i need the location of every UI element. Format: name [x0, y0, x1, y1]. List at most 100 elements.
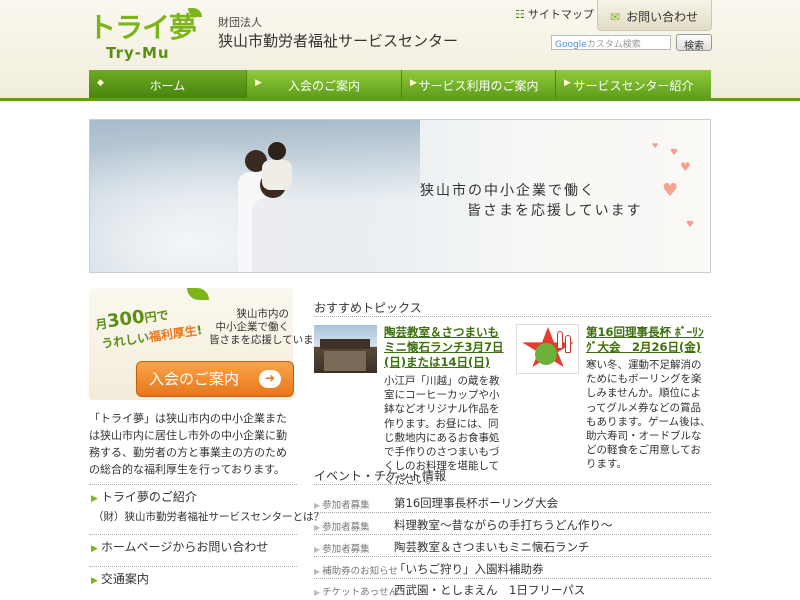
sitemap-icon: ☷	[515, 8, 525, 21]
event-row[interactable]: ▶ チケットあっせん 西武園・としまえん 1日フリーパス	[314, 579, 711, 600]
event-row[interactable]: ▶ 参加者募集 陶芸教室＆さつまいもミニ懐石ランチ	[314, 536, 711, 557]
search-brand: Google	[555, 40, 587, 50]
nav-item-membership[interactable]: ▶ 入会のご案内	[247, 70, 402, 98]
home-icon: ◆	[97, 78, 104, 88]
event-category: ▶ チケットあっせん	[314, 584, 398, 598]
arrow-right-icon: ▶	[564, 78, 571, 88]
sitemap-link[interactable]: ☷ サイトマップ	[515, 6, 594, 22]
event-name: 料理教室～昔ながらの手打ちうどん作り～	[394, 518, 613, 532]
org-name: 狭山市勤労者福祉サービスセンター	[218, 32, 459, 50]
topic-image-kura[interactable]	[314, 325, 377, 373]
banner-person-man	[252, 198, 302, 272]
join-button[interactable]: 入会のご案内 ➜	[136, 361, 294, 397]
arrow-right-icon: ▶	[255, 78, 262, 88]
contact-button[interactable]: ✉ お問い合わせ	[597, 0, 712, 31]
promo-line2-c: !	[195, 322, 204, 338]
event-name: 第16回理事長杯ボーリング大会	[394, 496, 559, 510]
main-nav: ◆ ホーム ▶ 入会のご案内 ▶ サービス利用のご案内 ▶ サービスセンター紹介	[89, 70, 711, 98]
search-button[interactable]: 検索	[676, 34, 712, 52]
arrow-right-icon: ▶	[91, 576, 98, 586]
arrow-right-icon: ▶	[314, 545, 321, 554]
topic-title-link[interactable]: 第16回理事長杯 ﾎﾞｰﾘﾝｸﾞ大会 2月26日(金)	[586, 325, 711, 355]
event-category-label: 参加者募集	[322, 544, 370, 555]
mail-icon: ✉	[610, 10, 621, 24]
topics-heading: おすすめトピックス	[314, 299, 711, 317]
side-link-about[interactable]: ▶ トライ夢のご紹介 （財）狭山市勤労者福祉サービスセンターとは？	[89, 484, 324, 536]
search-placeholder: カスタム検索	[586, 40, 641, 50]
arrow-right-icon: ▶	[314, 567, 321, 576]
intro-text: 「トライ夢」は狭山市内の中小企業または狭山市内に居住し市外の中小企業に勤務する、…	[89, 412, 287, 476]
event-category: ▶ 参加者募集	[314, 497, 370, 511]
promo-amount: 300	[105, 306, 146, 333]
sitemap-label: サイトマップ	[527, 8, 594, 21]
page: トライ夢 Try-Mu 財団法人 狭山市勤労者福祉サービスセンター ☷ サイトマッ…	[0, 0, 800, 600]
nav-label: サービスセンター紹介	[573, 79, 694, 93]
arrow-right-icon: ➜	[259, 370, 281, 388]
arrow-right-icon: ▶	[314, 501, 321, 510]
event-row[interactable]: ▶ 補助券のお知らせ 「いちご狩り」入園料補助券	[314, 558, 711, 579]
promo-text-line: 狭山市内の	[236, 308, 290, 320]
event-category-label: 補助券のお知らせ	[322, 566, 398, 577]
event-category: ▶ 参加者募集	[314, 541, 370, 555]
event-category: ▶ 参加者募集	[314, 519, 370, 533]
logo-subtext: Try-Mu	[106, 44, 170, 62]
banner-person-child-head	[268, 142, 286, 160]
event-category-label: 参加者募集	[322, 500, 370, 511]
bowling-pin-icon	[557, 331, 563, 349]
nav-item-services[interactable]: ▶ サービス利用のご案内	[402, 70, 556, 98]
bowling-pin-icon	[565, 335, 571, 353]
kura-wall	[324, 351, 366, 371]
banner-person-child	[262, 160, 292, 190]
nav-divider	[0, 98, 800, 101]
site-logo[interactable]: トライ夢 Try-Mu	[88, 6, 202, 66]
search-input[interactable]: Googleカスタム検索	[551, 35, 671, 50]
heart-icon: ♥	[652, 142, 659, 150]
promo-text-line: 皆さまを応援しています	[209, 334, 325, 346]
nav-label: サービス利用のご案内	[418, 79, 539, 93]
heart-icon: ♥	[670, 148, 679, 158]
heart-icon: ♥	[680, 160, 691, 174]
bowling-ball-icon	[535, 343, 557, 365]
event-category-label: チケットあっせん	[322, 587, 399, 598]
event-name: 「いちご狩り」入園料補助券	[394, 562, 544, 576]
side-link-access[interactable]: ▶ 交通案内	[89, 566, 297, 596]
kura-roof	[320, 339, 370, 349]
arrow-right-icon: ▶	[410, 78, 417, 88]
promo-text-line: 中小企業で働く	[215, 321, 290, 333]
side-link-contact[interactable]: ▶ ホームページからお問い合わせ	[89, 534, 297, 564]
promo-text: 狭山市内の 中小企業で働く 皆さまを応援しています	[209, 308, 325, 347]
arrow-right-icon: ▶	[314, 523, 321, 532]
event-name: 西武園・としまえん 1日フリーパス	[394, 583, 586, 597]
side-link-title: ホームページからお問い合わせ	[100, 540, 269, 554]
event-row[interactable]: ▶ 参加者募集 料理教室～昔ながらの手打ちうどん作り～	[314, 514, 711, 535]
arrow-right-icon: ▶	[91, 544, 98, 554]
nav-label: ホーム	[149, 79, 186, 93]
event-row[interactable]: ▶ 参加者募集 第16回理事長杯ボーリング大会	[314, 492, 711, 513]
promo-line2-b: 福利厚生	[148, 323, 198, 345]
logo-text: トライ夢	[88, 11, 197, 44]
banner-line1: 狭山市の中小企業で働く	[420, 183, 596, 199]
heart-icon: ♥	[662, 180, 679, 201]
nav-item-home[interactable]: ◆ ホーム	[89, 70, 247, 98]
event-category-label: 参加者募集	[322, 522, 370, 533]
side-link-sub: （財）狭山市勤労者福祉サービスセンターとは？	[93, 511, 324, 523]
topic-image-bowling[interactable]	[516, 324, 579, 374]
org-type: 財団法人	[218, 16, 262, 29]
nav-label: 入会のご案内	[287, 79, 360, 93]
event-name: 陶芸教室＆さつまいもミニ懐石ランチ	[394, 540, 590, 554]
topic-body: 寒い冬、運動不足解消のためにもボーリングを楽しみませんか。順位によってグルメ券な…	[586, 359, 711, 471]
hero-banner: 狭山市の中小企業で働く 皆さまを応援しています ♥ ♥ ♥ ♥ ♥	[89, 119, 711, 273]
promo-badge: 月300円で うれしい福利厚生!	[95, 292, 207, 351]
heart-icon: ♥	[686, 220, 695, 230]
promo-unit: 円で	[143, 307, 170, 326]
topic-title-link[interactable]: 陶芸教室＆さつまいもミニ懐石ランチ3月7日(日)または14日(日)	[384, 325, 508, 370]
events-heading: イベント・チケット情報	[314, 467, 711, 485]
event-category: ▶ 補助券のお知らせ	[314, 563, 398, 577]
contact-label: お問い合わせ	[626, 10, 699, 24]
join-button-label: 入会のご案内	[149, 370, 240, 388]
site-header: トライ夢 Try-Mu 財団法人 狭山市勤労者福祉サービスセンター ☷ サイトマッ…	[0, 0, 800, 100]
arrow-right-icon: ▶	[314, 588, 321, 597]
nav-item-about[interactable]: ▶ サービスセンター紹介	[556, 70, 711, 98]
side-link-title: トライ夢のご紹介	[100, 490, 197, 504]
side-link-title: 交通案内	[100, 572, 149, 586]
